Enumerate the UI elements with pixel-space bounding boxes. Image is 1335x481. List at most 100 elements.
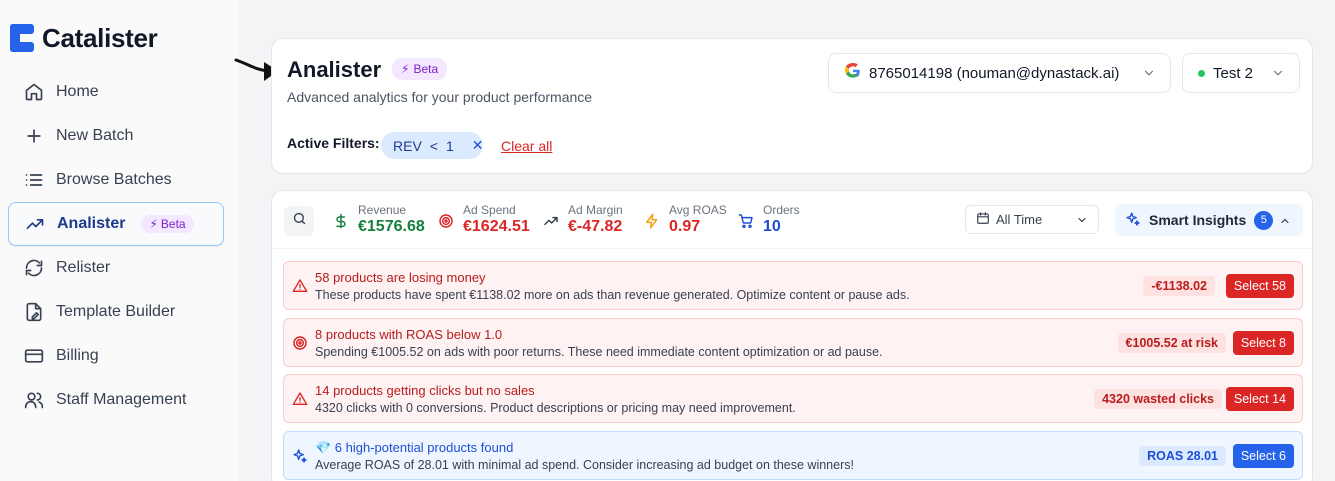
time-range-select[interactable]: All Time bbox=[965, 205, 1099, 234]
sidebar-item-new-batch[interactable]: New Batch bbox=[8, 114, 224, 158]
alert-title: 14 products getting clicks but no sales bbox=[315, 383, 535, 398]
sparkles-icon bbox=[1125, 211, 1141, 230]
plus-icon bbox=[24, 126, 44, 146]
account-label: 8765014198 (nouman@dynastack.ai) bbox=[869, 64, 1120, 82]
insight-alert-low-roas: 8 products with ROAS below 1.0 Spending … bbox=[283, 318, 1303, 367]
alert-description: These products have spent €1138.02 more … bbox=[315, 288, 910, 302]
sidebar-item-label: New Batch bbox=[56, 127, 134, 144]
target-icon bbox=[437, 212, 455, 230]
catalister-logo-icon bbox=[8, 22, 38, 54]
close-icon[interactable]: ✕ bbox=[472, 137, 484, 154]
alert-description: Spending €1005.52 on ads with poor retur… bbox=[315, 345, 883, 359]
search-button[interactable] bbox=[284, 206, 314, 236]
dollar-icon bbox=[332, 212, 350, 230]
status-dot-icon bbox=[1198, 69, 1205, 77]
sparkles-icon bbox=[292, 448, 308, 464]
chevron-up-icon bbox=[1279, 214, 1291, 230]
insight-alert-no-sales: 14 products getting clicks but no sales … bbox=[283, 374, 1303, 423]
alert-description: 4320 clicks with 0 conversions. Product … bbox=[315, 401, 796, 415]
filter-field: REV bbox=[393, 137, 422, 154]
time-range-label: All Time bbox=[996, 212, 1043, 227]
sidebar-item-label: Home bbox=[56, 83, 99, 100]
sidebar-item-template-builder[interactable]: Template Builder bbox=[8, 290, 224, 334]
target-icon bbox=[292, 335, 308, 351]
zap-icon: ⚡ bbox=[149, 217, 158, 231]
credit-card-icon bbox=[24, 346, 44, 366]
cart-icon bbox=[737, 212, 755, 230]
alert-metric-pill: €1005.52 at risk bbox=[1117, 333, 1226, 353]
select-products-button[interactable]: Select 8 bbox=[1232, 331, 1294, 355]
filter-chip[interactable]: REV < 1 ✕ bbox=[381, 132, 484, 159]
alert-title: 💎 6 high-potential products found bbox=[315, 440, 514, 455]
stat-avg-roas: Avg ROAS 0.97 bbox=[643, 203, 727, 237]
stat-ad-spend: Ad Spend €1624.51 bbox=[437, 203, 530, 237]
alert-metric-pill: 4320 wasted clicks bbox=[1094, 389, 1222, 409]
stat-value: €1624.51 bbox=[463, 218, 530, 235]
beta-badge: ⚡ Beta bbox=[141, 215, 194, 233]
google-icon bbox=[845, 63, 861, 83]
alert-title: 8 products with ROAS below 1.0 bbox=[315, 327, 503, 342]
alert-description: Average ROAS of 28.01 with minimal ad sp… bbox=[315, 458, 854, 472]
stat-value: 0.97 bbox=[669, 218, 701, 235]
sidebar-item-relister[interactable]: Relister bbox=[8, 246, 224, 290]
sidebar-item-label: Relister bbox=[56, 259, 111, 276]
alert-title: 58 products are losing money bbox=[315, 270, 486, 285]
sidebar-nav: Home New Batch Browse Batches Analister … bbox=[8, 70, 224, 422]
select-products-button[interactable]: Select 6 bbox=[1232, 444, 1294, 468]
filter-operator: < bbox=[429, 137, 438, 154]
sidebar-item-home[interactable]: Home bbox=[8, 70, 224, 114]
sidebar-item-browse-batches[interactable]: Browse Batches bbox=[8, 158, 224, 202]
stat-value: €-47.82 bbox=[568, 218, 623, 235]
zap-icon bbox=[643, 212, 661, 230]
file-edit-icon bbox=[24, 302, 44, 322]
clear-all-link[interactable]: Clear all bbox=[501, 138, 552, 154]
sidebar-item-billing[interactable]: Billing bbox=[8, 334, 224, 378]
sidebar-item-label: Browse Batches bbox=[56, 171, 172, 188]
brand-name: Catalister bbox=[42, 22, 158, 53]
stat-orders: Orders 10 bbox=[737, 203, 800, 237]
sidebar-item-label: Analister bbox=[57, 215, 126, 232]
insight-alert-high-potential: 💎 6 high-potential products found Averag… bbox=[283, 431, 1303, 480]
sidebar: Catalister Home New Batch Browse Batches… bbox=[0, 0, 238, 481]
stat-ad-margin: Ad Margin €-47.82 bbox=[542, 203, 623, 237]
list-icon bbox=[24, 170, 44, 190]
warning-icon bbox=[292, 391, 308, 407]
calendar-icon bbox=[976, 211, 990, 228]
sidebar-item-analister[interactable]: Analister ⚡ Beta bbox=[8, 202, 224, 246]
chevron-down-icon bbox=[1142, 66, 1156, 84]
alert-metric-pill: ROAS 28.01 bbox=[1139, 446, 1226, 466]
main-content: Analister ⚡ Beta Advanced analytics for … bbox=[238, 0, 1335, 481]
store-select[interactable]: Test 2 bbox=[1182, 53, 1300, 93]
sidebar-item-staff-management[interactable]: Staff Management bbox=[8, 378, 224, 422]
select-products-button[interactable]: Select 14 bbox=[1225, 387, 1294, 411]
insights-count-badge: 5 bbox=[1254, 210, 1274, 230]
zap-icon: ⚡ bbox=[401, 62, 410, 76]
stat-value: 10 bbox=[763, 218, 781, 235]
chevron-down-icon bbox=[1076, 214, 1088, 229]
trending-up-icon bbox=[542, 212, 560, 230]
analytics-card: Revenue €1576.68 Ad Spend €1624.51 Ad Ma… bbox=[271, 190, 1313, 481]
store-label: Test 2 bbox=[1213, 64, 1254, 82]
home-icon bbox=[24, 82, 44, 102]
filter-value: 1 bbox=[445, 137, 454, 154]
page-subtitle: Advanced analytics for your product perf… bbox=[287, 89, 593, 105]
refresh-icon bbox=[24, 258, 44, 278]
stat-value: €1576.68 bbox=[358, 218, 425, 235]
page-title: Analister bbox=[287, 57, 382, 82]
sidebar-item-label: Template Builder bbox=[56, 303, 176, 320]
beta-badge: ⚡ Beta bbox=[392, 58, 448, 80]
insight-alert-losing-money: 58 products are losing money These produ… bbox=[283, 261, 1303, 310]
select-products-button[interactable]: Select 58 bbox=[1225, 274, 1294, 298]
alert-metric-pill: -€1138.02 bbox=[1143, 276, 1215, 296]
trending-up-icon bbox=[25, 214, 45, 234]
search-icon bbox=[292, 211, 307, 231]
sidebar-item-label: Staff Management bbox=[56, 391, 187, 408]
brand-logo[interactable]: Catalister bbox=[8, 22, 158, 54]
stats-bar: Revenue €1576.68 Ad Spend €1624.51 Ad Ma… bbox=[272, 191, 1312, 249]
header-card: Analister ⚡ Beta Advanced analytics for … bbox=[271, 38, 1313, 174]
smart-insights-toggle[interactable]: Smart Insights 5 bbox=[1115, 204, 1303, 236]
sidebar-item-label: Billing bbox=[56, 347, 99, 364]
smart-insights-label: Smart Insights bbox=[1149, 212, 1247, 228]
google-account-select[interactable]: 8765014198 (nouman@dynastack.ai) bbox=[828, 53, 1171, 93]
warning-icon bbox=[292, 278, 308, 294]
